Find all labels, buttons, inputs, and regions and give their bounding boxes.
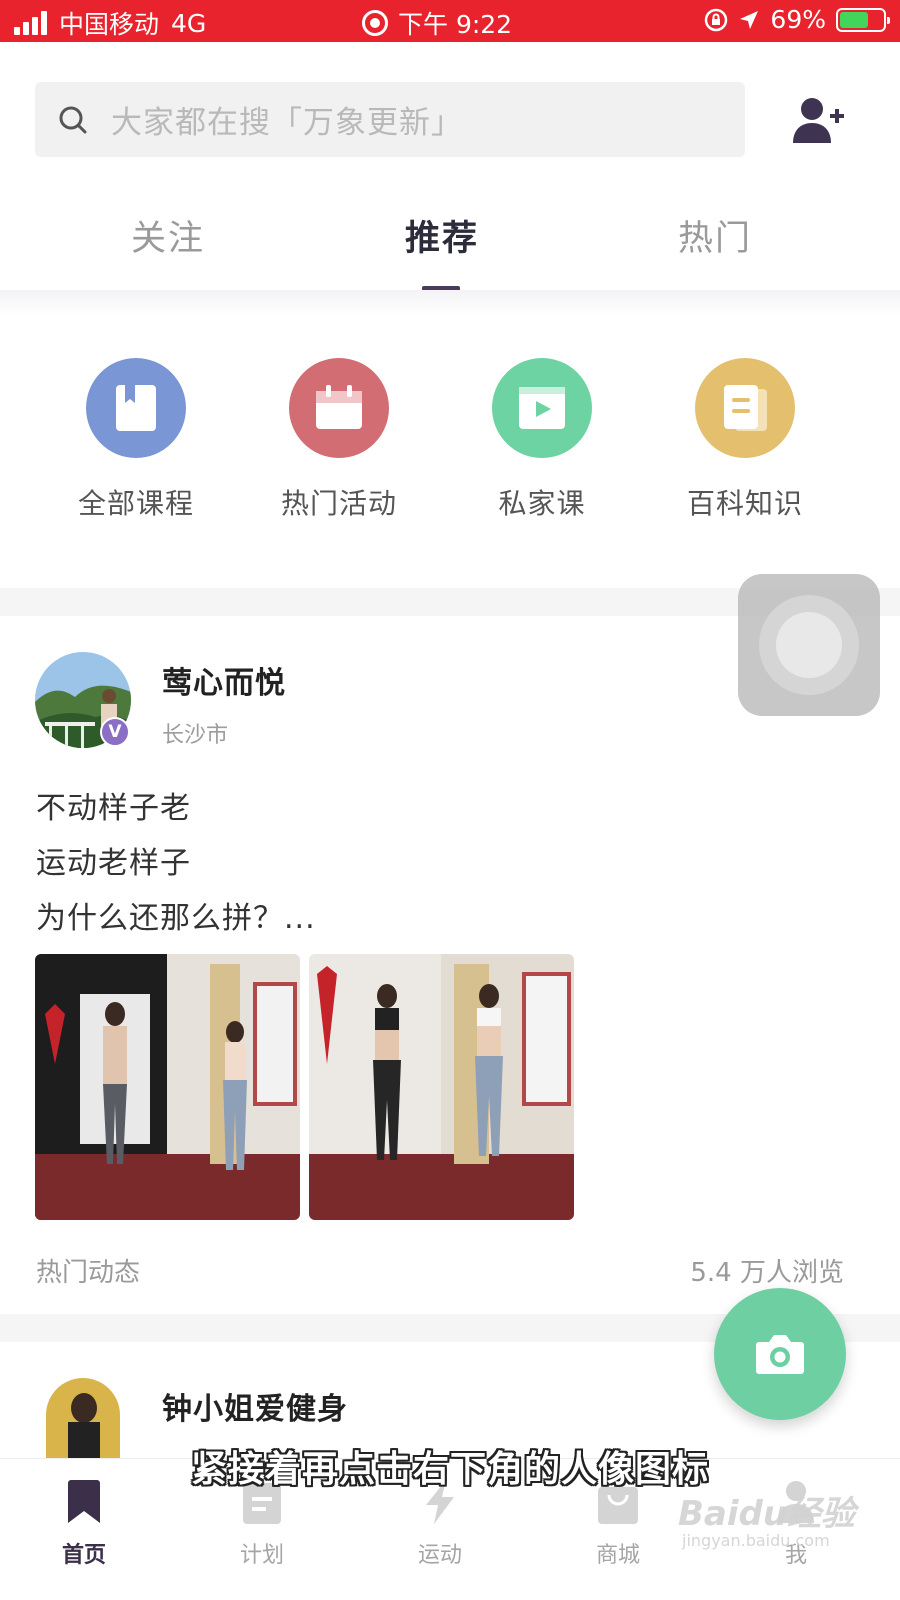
watermark-brand: Baidu经验	[678, 1494, 856, 1534]
quick-private-class[interactable]: 私家课	[452, 358, 632, 522]
camera-icon	[756, 1335, 804, 1374]
quick-label: 全部课程	[77, 487, 194, 520]
post-views: 5.4 万人浏览	[690, 1258, 844, 1288]
document-icon	[695, 358, 795, 458]
post-location: 长沙市	[162, 723, 229, 748]
battery-percent: 69%	[770, 5, 826, 34]
video-subtitle: 紧接着再点击右下角的人像图标	[190, 1449, 709, 1490]
network-label: 4G	[171, 8, 207, 38]
quick-hot-events[interactable]: 热门活动	[249, 358, 429, 522]
post-photo[interactable]	[309, 954, 574, 1220]
search-bar[interactable]: 大家都在搜「万象更新」	[35, 82, 745, 157]
carrier-label: 中国移动	[59, 10, 160, 39]
quick-encyclopedia[interactable]: 百科知识	[655, 358, 835, 522]
assistive-touch-button[interactable]	[738, 574, 880, 716]
nav-plan[interactable]: 计划	[202, 1479, 322, 1569]
tabs-divider	[0, 290, 900, 316]
post-text-line: 不动样子老	[36, 791, 191, 826]
post-text-line: 为什么还那么拼？...	[36, 901, 316, 936]
calendar-icon	[289, 358, 389, 458]
search-placeholder: 大家都在搜「万象更新」	[111, 105, 463, 141]
nav-home[interactable]: 首页	[24, 1479, 144, 1569]
feed-tabs: 关注 推荐 热门	[0, 210, 900, 291]
battery-icon	[836, 7, 890, 32]
nav-sport[interactable]: 运动	[380, 1479, 500, 1569]
post-photo[interactable]	[35, 954, 300, 1220]
quick-label: 百科知识	[686, 487, 803, 520]
book-icon	[86, 358, 186, 458]
status-bar: 中国移动 4G 下午 9:22 69%	[0, 0, 900, 42]
add-friend-icon[interactable]	[790, 95, 846, 147]
quick-all-courses[interactable]: 全部课程	[46, 358, 226, 522]
nav-label: 商城	[595, 1543, 640, 1568]
video-icon	[492, 358, 592, 458]
tab-recommend[interactable]: 推荐	[405, 210, 479, 261]
nav-label: 运动	[417, 1543, 462, 1568]
post-username[interactable]: 莺心而悦	[162, 658, 286, 702]
baidu-watermark: Baidu经验 jingyan.baidu.com	[678, 1486, 855, 1550]
nav-label: 计划	[239, 1543, 284, 1568]
post-tag: 热门动态	[36, 1258, 141, 1288]
verified-badge: V	[100, 717, 130, 747]
watermark-url: jingyan.baidu.com	[682, 1531, 830, 1550]
post-text-line: 运动老样子	[36, 846, 191, 881]
search-icon	[59, 106, 87, 133]
quick-label: 热门活动	[280, 487, 397, 520]
camera-button[interactable]	[714, 1288, 846, 1420]
nav-mall[interactable]: 商城	[558, 1479, 678, 1569]
tab-follow[interactable]: 关注	[131, 210, 205, 261]
quick-label: 私家课	[498, 487, 586, 520]
quick-actions: 全部课程 热门活动 私家课 百科知识	[0, 358, 900, 528]
signal-icon	[14, 11, 47, 35]
screen-record-icon	[362, 10, 388, 36]
time-label: 下午 9:22	[398, 10, 513, 39]
location-arrow-icon	[740, 10, 759, 29]
nav-label: 首页	[61, 1543, 106, 1568]
orientation-lock-icon	[705, 8, 728, 31]
post-username[interactable]: 钟小姐爱健身	[162, 1384, 348, 1428]
tab-hot[interactable]: 热门	[678, 210, 752, 261]
